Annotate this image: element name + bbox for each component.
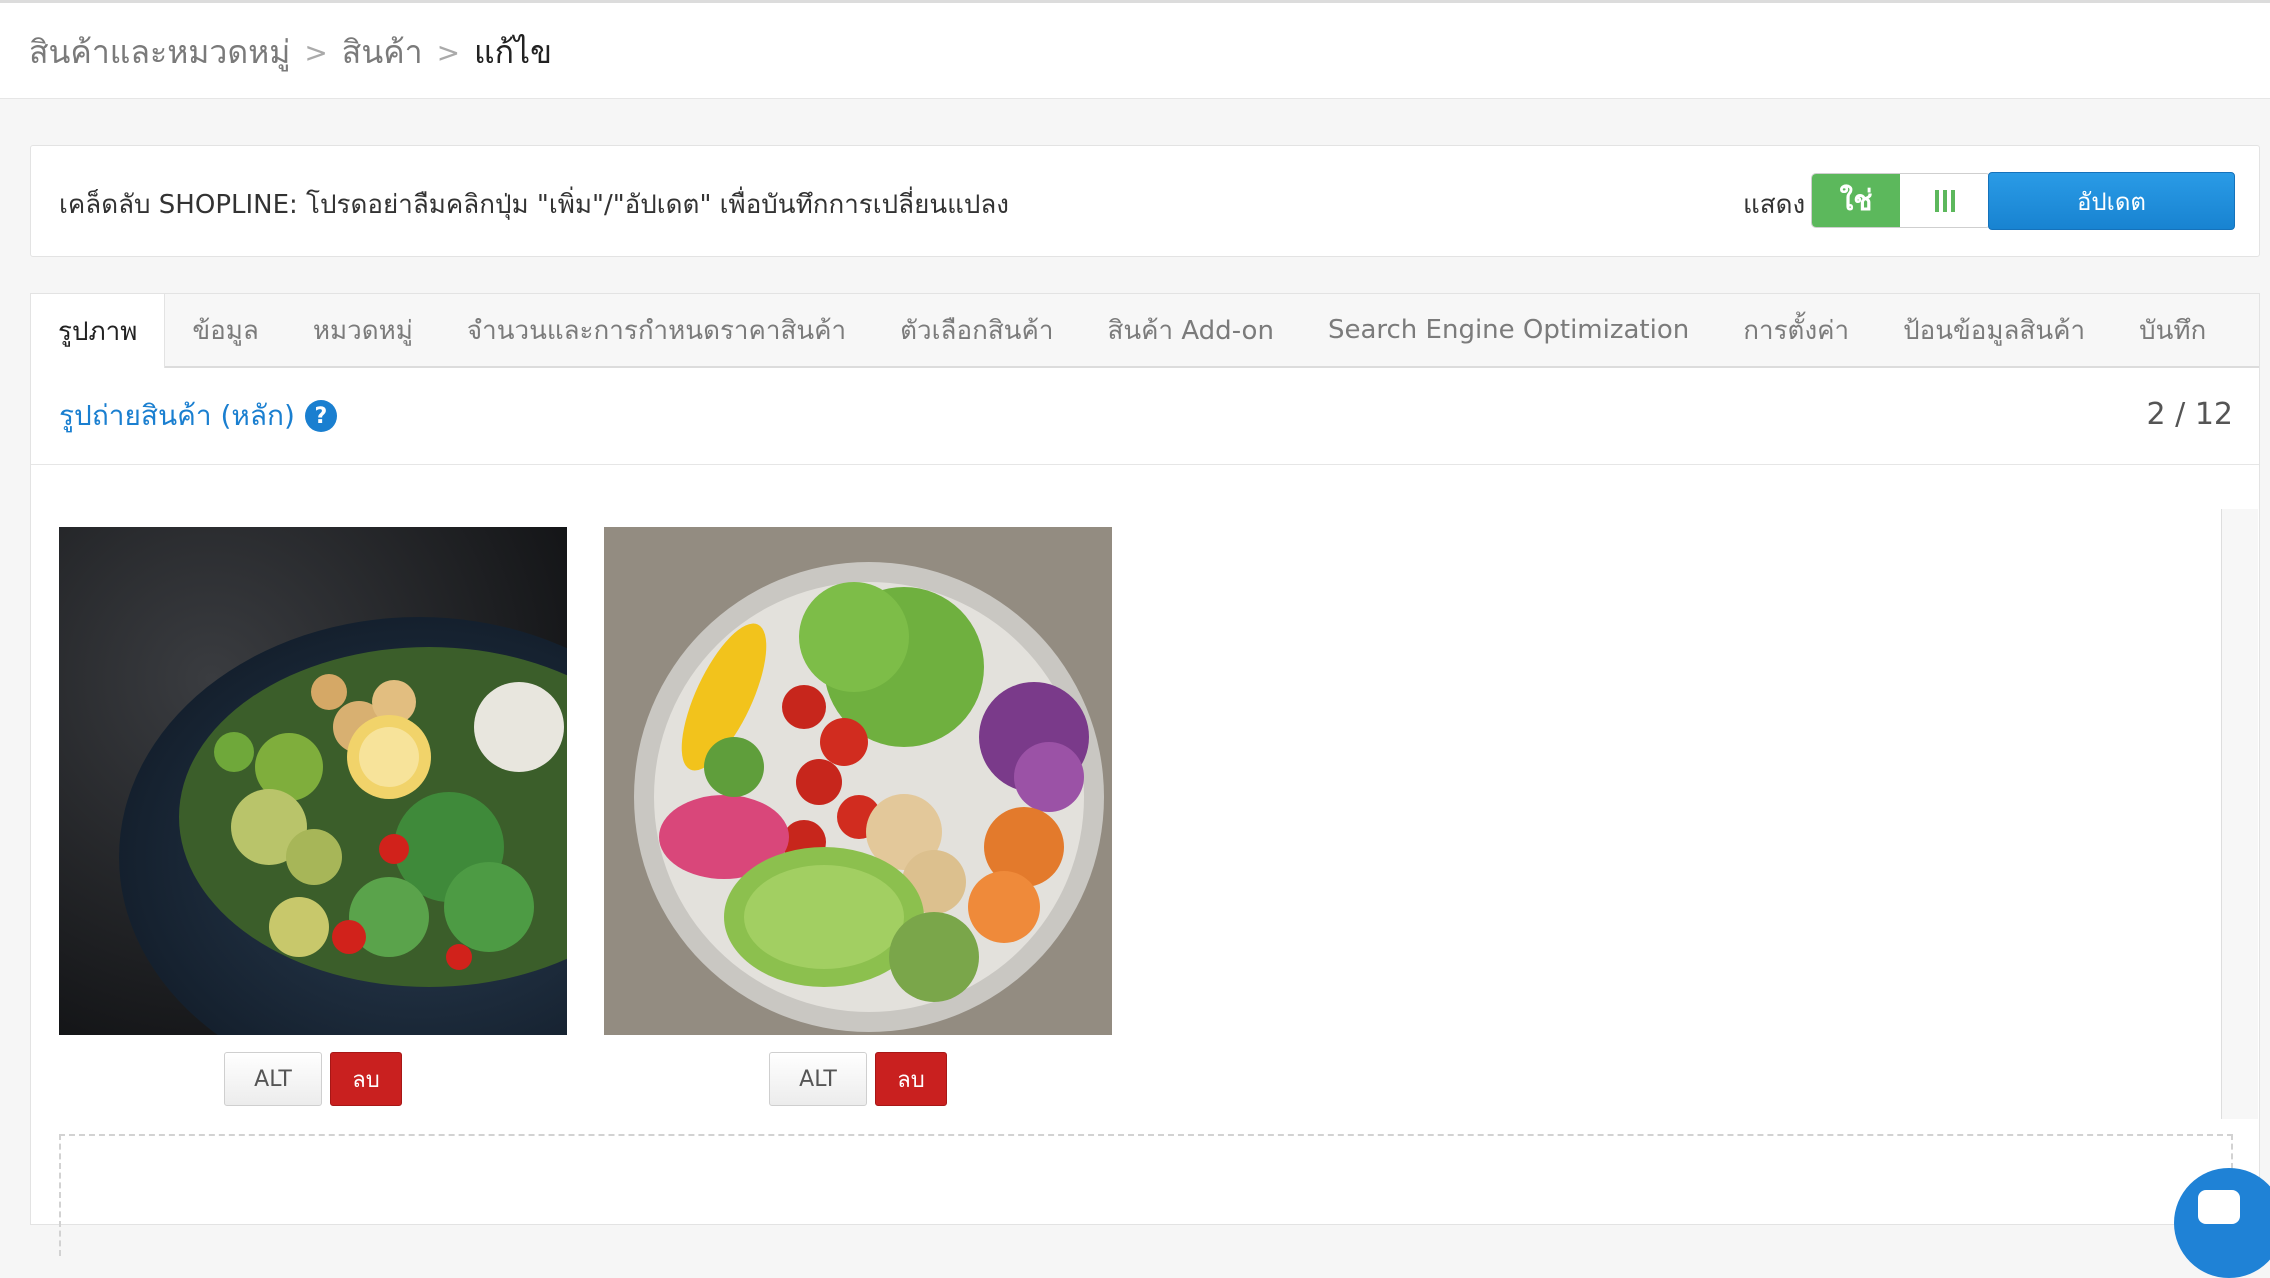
toggle-no-option[interactable] [1900,174,1990,227]
images-section-title: รูปถ่ายสินค้า (หลัก) ? [59,394,337,438]
tip-panel: เคล็ดลับ SHOPLINE: โปรดอย่าลืมคลิกปุ่ม "… [30,145,2260,257]
images-section-label: รูปถ่ายสินค้า (หลัก) [59,399,295,432]
image-actions: ALT ลบ [59,1052,567,1106]
tab-settings[interactable]: การตั้งค่า [1716,294,1876,366]
help-icon[interactable]: ? [304,400,337,432]
page-header: สินค้าและหมวดหมู่ > สินค้า > แก้ไข [0,3,2270,99]
scrollbar[interactable] [2221,509,2258,1119]
product-photo-1[interactable] [59,527,567,1035]
breadcrumb-products-categories[interactable]: สินค้าและหมวดหมู่ [29,27,290,78]
toggle-bars-icon [1935,189,1955,212]
tab-bar: รูปภาพ ข้อมูล หมวดหมู่ จำนวนและการกำหนดร… [31,294,2259,368]
toggle-yes-option[interactable]: ใช่ [1812,174,1900,227]
delete-button[interactable]: ลบ [330,1052,402,1106]
breadcrumb-products[interactable]: สินค้า [342,27,423,78]
tab-images[interactable]: รูปภาพ [31,294,166,368]
visibility-toggle[interactable]: ใช่ [1811,173,1991,228]
alt-button[interactable]: ALT [224,1052,322,1106]
section-divider [31,464,2259,465]
chat-button[interactable] [2174,1168,2270,1278]
product-image-card: ALT ลบ [604,527,1112,1106]
tab-categories[interactable]: หมวดหมู่ [286,294,440,366]
breadcrumb: สินค้าและหมวดหมู่ > สินค้า > แก้ไข [29,27,552,78]
tab-notes[interactable]: บันทึก [2112,294,2233,366]
product-edit-panel: รูปภาพ ข้อมูล หมวดหมู่ จำนวนและการกำหนดร… [30,293,2260,1256]
tab-quantity-pricing[interactable]: จำนวนและการกำหนดราคาสินค้า [440,294,873,366]
image-count: 2 / 12 [2146,397,2233,432]
breadcrumb-current: แก้ไข [474,33,553,71]
breadcrumb-separator-icon: > [436,36,461,69]
show-label: แสดง [1743,190,1806,220]
product-photo-2[interactable] [604,527,1112,1035]
delete-button[interactable]: ลบ [875,1052,947,1106]
tab-variations[interactable]: ตัวเลือกสินค้า [873,294,1080,366]
breadcrumb-separator-icon: > [304,36,328,69]
image-dropzone[interactable] [59,1134,2233,1256]
tab-addon-products[interactable]: สินค้า Add-on [1080,294,1301,366]
update-button[interactable]: อัปเดต [1988,172,2235,230]
alt-button[interactable]: ALT [769,1052,867,1106]
tip-text: เคล็ดลับ SHOPLINE: โปรดอย่าลืมคลิกปุ่ม "… [59,190,1009,220]
product-image-card: ALT ลบ [59,527,567,1106]
tab-seo[interactable]: Search Engine Optimization [1301,294,1716,366]
tab-info[interactable]: ข้อมูล [165,294,285,366]
tab-product-input[interactable]: ป้อนข้อมูลสินค้า [1876,294,2112,366]
image-actions: ALT ลบ [604,1052,1112,1106]
chat-icon [2198,1190,2240,1224]
